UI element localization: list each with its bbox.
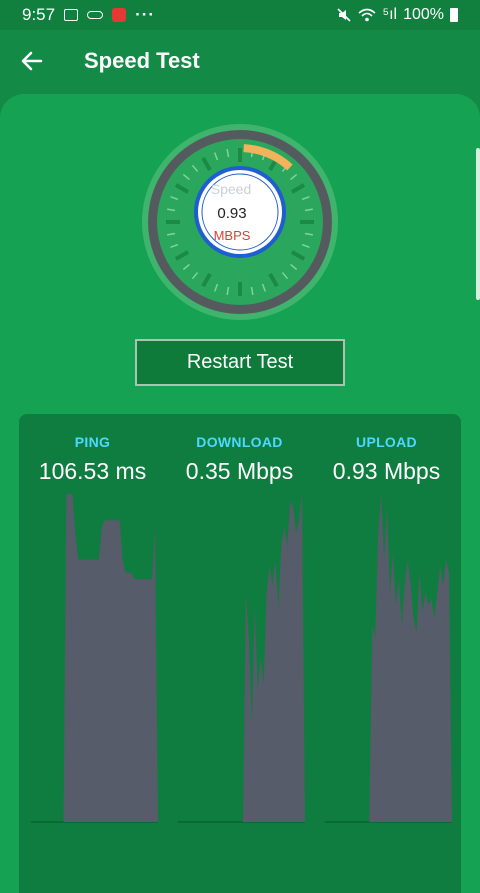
gauge-unit: MBPS bbox=[214, 228, 251, 243]
gauge-label: Speed bbox=[211, 181, 251, 197]
battery-percent: 100% bbox=[403, 6, 444, 23]
ping-chart bbox=[31, 494, 158, 823]
ping-area-series bbox=[31, 494, 158, 822]
ping-value: 106.53 ms bbox=[38, 458, 147, 484]
signal-icon: ⁵ıl bbox=[382, 6, 398, 23]
wifi-icon bbox=[358, 8, 376, 22]
upload-chart bbox=[325, 494, 452, 823]
gallery-icon bbox=[64, 9, 79, 21]
upload-column: UPLOAD 0.93 Mbps bbox=[313, 414, 460, 893]
upload-area-series bbox=[325, 494, 452, 822]
status-bar: 9:57 ··· ⁵ıl 100% bbox=[0, 0, 480, 30]
download-chart bbox=[178, 494, 305, 823]
scrollbar[interactable] bbox=[476, 148, 480, 300]
app-notification-icon bbox=[112, 8, 127, 22]
mute-icon bbox=[337, 8, 352, 22]
download-column: DOWNLOAD 0.35 Mbps bbox=[166, 414, 313, 893]
speed-gauge: Speed 0.93 MBPS bbox=[142, 124, 338, 320]
more-notifications-icon: ··· bbox=[135, 5, 156, 24]
upload-value: 0.93 Mbps bbox=[332, 458, 441, 484]
restart-test-button[interactable]: Restart Test bbox=[135, 339, 345, 386]
key-icon bbox=[87, 11, 104, 19]
app-bar: Speed Test bbox=[0, 30, 480, 92]
stats-panel: PING 106.53 ms DOWNLOAD 0.35 Mbps UPLOAD… bbox=[19, 414, 461, 893]
battery-icon bbox=[450, 8, 458, 22]
download-area-series bbox=[178, 494, 305, 822]
page-title: Speed Test bbox=[84, 48, 200, 73]
download-label: DOWNLOAD bbox=[196, 434, 283, 450]
upload-label: UPLOAD bbox=[356, 434, 417, 450]
ping-column: PING 106.53 ms bbox=[19, 414, 166, 893]
arrow-back-icon[interactable] bbox=[0, 30, 64, 92]
download-value: 0.35 Mbps bbox=[185, 458, 294, 484]
gauge-value: 0.93 bbox=[217, 205, 246, 222]
status-time: 9:57 bbox=[22, 5, 56, 24]
ping-label: PING bbox=[74, 434, 111, 450]
